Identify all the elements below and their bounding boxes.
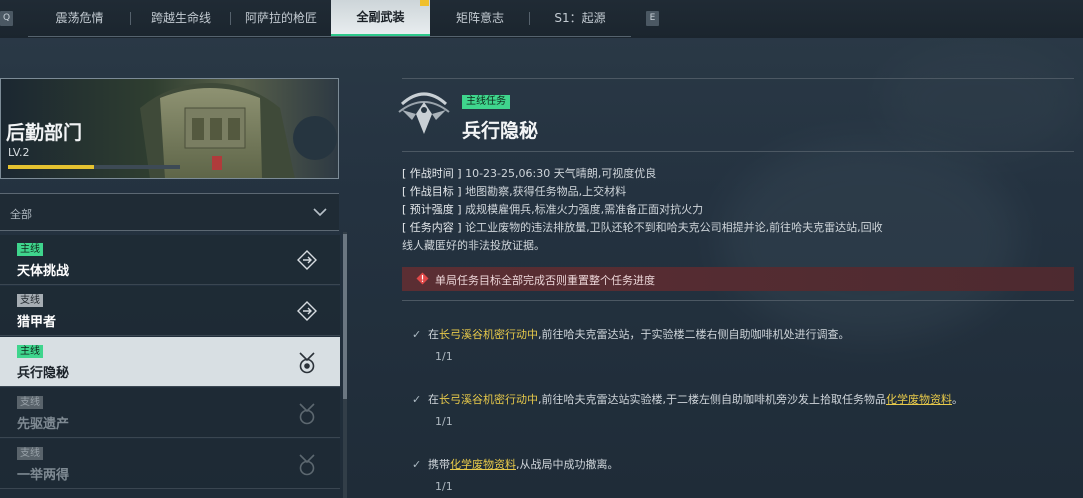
tab-underline	[28, 36, 631, 37]
objective-item: ✓ 在长弓溪谷机密行动中,前往哈夫克雷达站实验楼,于二楼左侧自助咖啡机旁沙发上拾取…	[412, 391, 963, 407]
objective-text: 。	[952, 393, 963, 406]
mission-name: 先驱遗产	[17, 417, 70, 432]
mission-list-item[interactable]: 支线 一举两得	[0, 439, 340, 489]
mission-name: 天体挑战	[17, 264, 70, 279]
checkmark-icon: ✓	[412, 393, 422, 406]
mission-type-badge: 主线任务	[462, 95, 510, 109]
objective-progress: 1/1	[435, 415, 453, 428]
objective-text: ,从战局中成功撤离。	[516, 458, 619, 471]
mission-filter-dropdown[interactable]: 全部	[0, 193, 339, 231]
mission-type-tag: 支线	[17, 447, 43, 460]
next-tab-key[interactable]: E	[646, 11, 659, 26]
mission-name: 一举两得	[17, 468, 70, 483]
mission-type-tag: 主线	[17, 243, 43, 256]
objective-text: 在	[428, 328, 439, 341]
tab-3[interactable]: 阿萨拉的枪匠	[231, 0, 331, 37]
mission-type-tag: 主线	[17, 345, 43, 358]
medal-icon	[299, 403, 315, 425]
new-indicator-icon	[420, 0, 429, 6]
top-tab-bar: Q 震荡危情 跨越生命线 阿萨拉的枪匠 全副武装 矩阵意志 S1：起源 E	[0, 0, 1083, 38]
navigate-diamond-icon	[297, 301, 317, 321]
info-row-content: [ 任务内容 ] 论工业废物的违法排放量,卫队还轮不到和哈夫克公司相提并论,前往…	[402, 219, 883, 235]
level-progress-bar	[8, 165, 180, 169]
chevron-down-icon	[313, 208, 327, 217]
info-label: [ 作战目标 ]	[402, 185, 462, 198]
info-value: 论工业废物的违法排放量,卫队还轮不到和哈夫克公司相提并论,前往哈夫克雷达站,回收	[465, 221, 883, 234]
objective-location-highlight: 长弓溪谷机密行动中	[439, 328, 538, 341]
info-value: 成规模雇佣兵,标准火力强度,需准备正面对抗火力	[465, 203, 704, 216]
department-card: 后勤部门 LV.2	[0, 78, 339, 179]
objective-text: ,前往哈夫克雷达站，于实验楼二楼右侧自助咖啡机处进行调查。	[538, 328, 850, 341]
tab-4-active[interactable]: 全副武装	[331, 0, 430, 37]
objective-text: 携带	[428, 458, 450, 471]
info-row-objective: [ 作战目标 ] 地图勘察,获得任务物品,上交材料	[402, 183, 626, 199]
info-label: [ 预计强度 ]	[402, 203, 462, 216]
mission-name: 兵行隐秘	[17, 366, 70, 381]
mission-list-item[interactable]: 支线 先驱遗产	[0, 388, 340, 438]
department-level: LV.2	[8, 146, 30, 159]
background-decoration	[720, 140, 1020, 340]
warning-text: 单局任务目标全部完成否则重置整个任务进度	[435, 274, 655, 287]
divider	[402, 151, 1074, 152]
objective-item: ✓ 携带化学废物资料,从战局中成功撤离。	[412, 456, 619, 472]
info-label: [ 任务内容 ]	[402, 221, 462, 234]
objective-progress: 1/1	[435, 350, 453, 363]
objective-text: ,前往哈夫克雷达站实验楼,于二楼左侧自助咖啡机旁沙发上拾取任务物品	[538, 393, 886, 406]
mission-name: 猎甲者	[17, 315, 57, 330]
level-progress-fill	[8, 165, 94, 169]
objective-text: 在	[428, 393, 439, 406]
filter-value: 全部	[10, 208, 32, 221]
tab-5[interactable]: 矩阵意志	[430, 0, 530, 37]
divider	[402, 78, 1074, 79]
tab-1[interactable]: 震荡危情	[28, 0, 131, 37]
scrollbar-thumb[interactable]	[343, 234, 347, 399]
warning-icon	[416, 272, 429, 285]
objective-item: ✓ 在长弓溪谷机密行动中,前往哈夫克雷达站，于实验楼二楼右侧自助咖啡机处进行调查。	[412, 326, 850, 342]
warning-banner: 单局任务目标全部完成否则重置整个任务进度	[402, 267, 1074, 291]
background-decoration	[880, 40, 1080, 160]
medal-icon	[299, 352, 315, 374]
mission-list-item[interactable]: 主线 天体挑战	[0, 235, 340, 285]
mission-list-item[interactable]: 支线 猎甲者	[0, 286, 340, 336]
navigate-diamond-icon	[297, 250, 317, 270]
info-label: [ 作战时间 ]	[402, 167, 462, 180]
mission-list-scrollbar[interactable]	[343, 232, 347, 498]
mission-title: 兵行隐秘	[462, 120, 539, 142]
mission-list: 主线 天体挑战 支线 猎甲者 主线 兵行隐秘 支线 先驱遗产 支线 一举两得	[0, 235, 340, 498]
info-value: 10-23-25,06:30 天气晴朗,可视度优良	[465, 167, 657, 180]
medal-icon	[299, 454, 315, 476]
prev-tab-key[interactable]: Q	[0, 11, 13, 26]
checkmark-icon: ✓	[412, 328, 422, 341]
tab-2[interactable]: 跨越生命线	[131, 0, 231, 37]
objective-location-highlight: 长弓溪谷机密行动中	[439, 393, 538, 406]
mission-list-item-selected[interactable]: 主线 兵行隐秘	[0, 337, 340, 387]
objective-item-link[interactable]: 化学废物资料	[450, 458, 516, 471]
info-value: 地图勘察,获得任务物品,上交材料	[465, 185, 627, 198]
objective-item-link[interactable]: 化学废物资料	[886, 393, 952, 406]
checkmark-icon: ✓	[412, 458, 422, 471]
eagle-emblem-icon	[398, 92, 450, 134]
objective-progress: 1/1	[435, 480, 453, 493]
mission-type-tag: 支线	[17, 294, 43, 307]
tab-6[interactable]: S1：起源	[530, 0, 630, 37]
info-row-intensity: [ 预计强度 ] 成规模雇佣兵,标准火力强度,需准备正面对抗火力	[402, 201, 703, 217]
info-row-time: [ 作战时间 ] 10-23-25,06:30 天气晴朗,可视度优良	[402, 165, 656, 181]
mission-type-tag: 支线	[17, 396, 43, 409]
department-title: 后勤部门	[6, 122, 83, 144]
divider	[402, 300, 1074, 301]
info-content-continued: 线人藏匿好的非法投放证据。	[402, 239, 545, 252]
